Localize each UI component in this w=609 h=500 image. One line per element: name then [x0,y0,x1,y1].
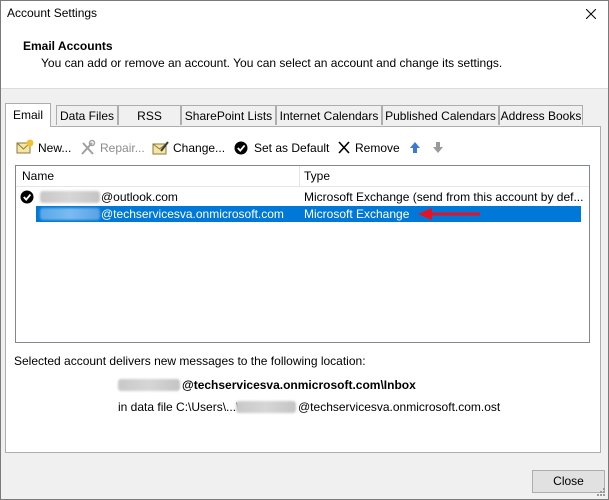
account-type: Microsoft Exchange [304,207,410,221]
window-close-button[interactable] [574,1,608,27]
account-settings-window: Account Settings Email Accounts You can … [0,0,609,500]
tab-email[interactable]: Email [5,103,51,127]
tab-published-calendars[interactable]: Published Calendars [382,105,499,125]
arrow-up-icon [410,142,420,153]
arrow-down-icon [433,142,443,153]
change-icon [152,141,169,155]
title-bar: Account Settings [1,1,608,27]
tab-data-files[interactable]: Data Files [56,105,118,125]
default-account-check-icon [20,190,34,204]
data-file-path-prefix: in data file C:\Users\...\ [118,400,240,414]
new-button-label: New... [38,141,72,155]
checkmark-icon [234,141,248,155]
data-file-path-suffix: @techservicesva.onmicrosoft.com.ost [298,400,501,414]
close-button[interactable]: Close [532,470,605,493]
email-tab-panel: New... Repair... Change... Set as Defaul… [5,126,601,453]
resize-grip-icon[interactable] [596,487,606,497]
redacted-username [40,191,100,203]
repair-button-label: Repair... [100,141,145,155]
account-row[interactable]: @outlook.com Microsoft Exchange (send fr… [16,189,584,205]
header-divider [16,186,589,187]
annotation-arrow-icon [418,208,480,220]
account-name: @outlook.com [101,190,178,204]
remove-x-icon [338,141,350,154]
change-button[interactable]: Change... [152,139,227,157]
remove-button[interactable]: Remove [337,139,400,157]
change-button-label: Change... [173,141,226,155]
new-button[interactable]: New... [16,139,76,157]
window-title: Account Settings [7,6,98,20]
redacted-username [236,401,296,413]
delivery-location-label: Selected account delivers new messages t… [14,354,366,368]
account-type: Microsoft Exchange (send from this accou… [304,190,584,204]
accounts-list[interactable]: Name Type @outlook.com Microsoft Exchang… [15,165,590,343]
new-mail-icon [16,139,34,154]
column-header-name[interactable]: Name [22,166,54,186]
section-title: Email Accounts [23,39,113,53]
repair-button[interactable]: Repair... [79,139,149,157]
redacted-username [118,379,180,391]
section-description: You can add or remove an account. You ca… [41,56,503,70]
tab-sharepoint-lists[interactable]: SharePoint Lists [181,105,276,125]
tab-rss-feeds[interactable]: RSS Feeds [118,105,181,143]
account-row-selected[interactable]: @techservicesva.onmicrosoft.com Microsof… [16,206,581,222]
account-name: @techservicesva.onmicrosoft.com [101,207,284,221]
repair-tools-icon [81,139,96,155]
redacted-username [40,208,100,220]
set-as-default-label: Set as Default [254,141,330,155]
remove-button-label: Remove [355,141,400,155]
header-area: Email Accounts You can add or remove an … [1,27,608,89]
move-down-button[interactable] [432,139,444,157]
column-header-type[interactable]: Type [304,166,330,186]
delivery-folder: @techservicesva.onmicrosoft.com\Inbox [182,378,416,392]
close-icon [586,9,596,19]
move-up-button[interactable] [409,139,421,157]
set-as-default-button[interactable]: Set as Default [234,139,330,157]
column-divider[interactable] [299,166,300,186]
tab-internet-calendars[interactable]: Internet Calendars [276,105,382,125]
tab-address-books[interactable]: Address Books [499,105,583,125]
